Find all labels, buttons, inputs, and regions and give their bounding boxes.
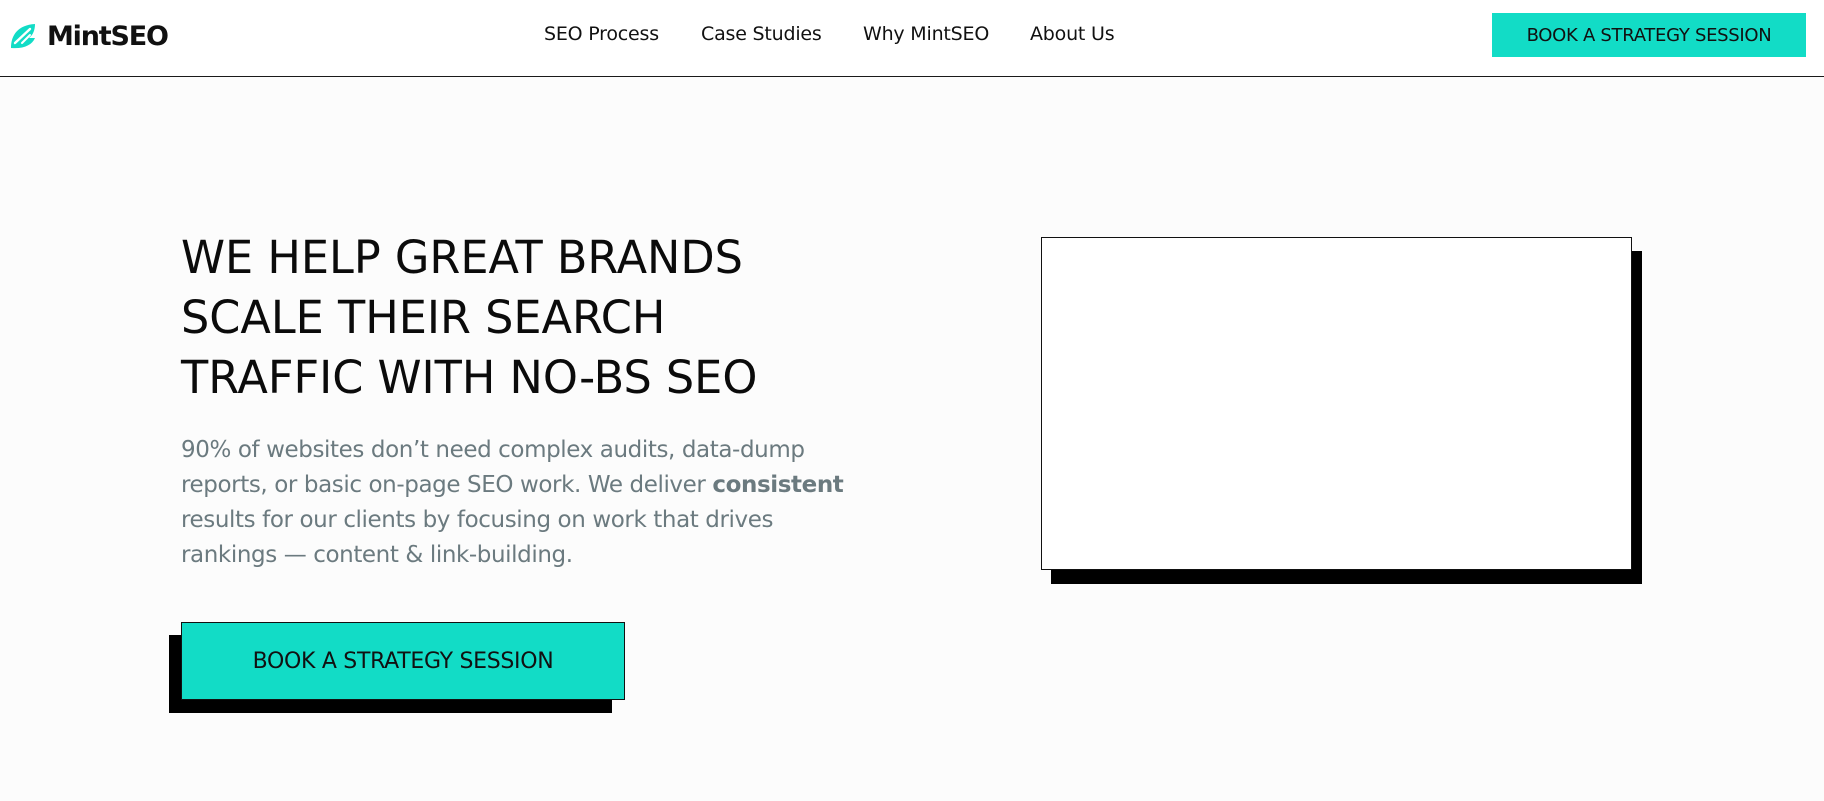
header-book-session-button[interactable]: BOOK A STRATEGY SESSION xyxy=(1492,13,1806,57)
nav-item-about-us[interactable]: About Us xyxy=(1030,23,1115,45)
hero-description: 90% of websites don’t need complex audit… xyxy=(181,433,901,573)
hero-title-line: SCALE THEIR SEARCH xyxy=(181,291,666,344)
hero-description-line: reports, or basic on-page SEO work. We d… xyxy=(181,468,901,503)
hero-title: WE HELP GREAT BRANDS SCALE THEIR SEARCH … xyxy=(181,228,894,408)
hero-description-text: reports, or basic on-page SEO work. We d… xyxy=(181,472,713,498)
hero-description-line: 90% of websites don’t need complex audit… xyxy=(181,437,805,463)
hero-title-line: TRAFFIC WITH NO-BS SEO xyxy=(181,351,758,404)
nav-item-why-mintseo[interactable]: Why MintSEO xyxy=(863,23,989,45)
site-header: MintSEO SEO Process Case Studies Why Min… xyxy=(0,0,1824,77)
nav-item-seo-process[interactable]: SEO Process xyxy=(544,23,659,45)
nav-item-case-studies[interactable]: Case Studies xyxy=(701,23,822,45)
hero-media-frame xyxy=(1041,237,1632,570)
hero-description-line: rankings — content & link-building. xyxy=(181,542,573,568)
hero-book-session-button[interactable]: BOOK A STRATEGY SESSION xyxy=(181,622,625,700)
hero-description-line: results for our clients by focusing on w… xyxy=(181,507,774,533)
hero-description-emphasis: consistent xyxy=(712,472,844,498)
hero-title-line: WE HELP GREAT BRANDS xyxy=(181,231,743,284)
